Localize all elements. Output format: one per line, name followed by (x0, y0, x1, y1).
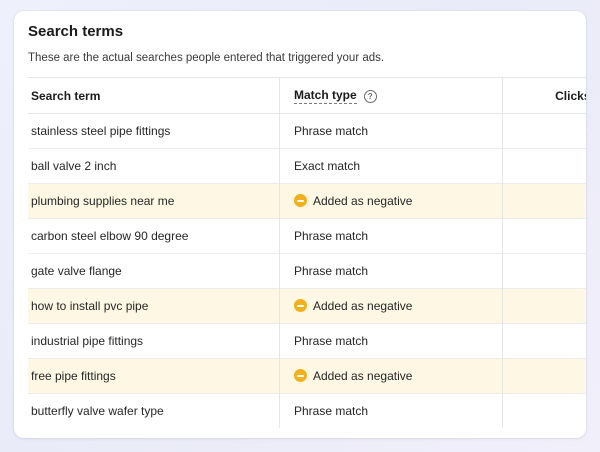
column-header-clicks[interactable]: Clicks↓ (502, 77, 586, 114)
negative-status-label: Added as negative (313, 369, 413, 383)
minus-circle-icon (294, 369, 307, 382)
table-row[interactable]: carbon steel elbow 90 degree Phrase matc… (28, 218, 586, 254)
match-type-cell: Added as negative (279, 288, 503, 324)
search-terms-card: Search terms These are the actual search… (14, 11, 586, 438)
column-header-label: Clicks (555, 89, 586, 103)
match-type-cell: Phrase match (279, 393, 503, 428)
match-type-cell: Added as negative (279, 358, 503, 394)
search-term-cell: butterfly valve wafer type (31, 404, 164, 418)
search-term-cell: plumbing supplies near me (31, 194, 175, 208)
clicks-cell: 42 (502, 253, 586, 289)
clicks-cell: 27 (502, 323, 586, 359)
clicks-cell: 19 (502, 358, 586, 394)
clicks-cell: 31 (502, 288, 586, 324)
search-term-cell: industrial pipe fittings (31, 334, 144, 348)
column-header-search-term[interactable]: Search term (28, 78, 280, 114)
search-term-cell: stainless steel pipe fittings (31, 124, 171, 138)
match-type-cell: Phrase match (279, 323, 503, 359)
negative-status-label: Added as negative (313, 194, 413, 208)
clicks-cell: 128 (502, 113, 586, 149)
table-row[interactable]: stainless steel pipe fittings Phrase mat… (28, 113, 586, 149)
help-circle-icon[interactable]: ? (363, 90, 377, 103)
table-row[interactable]: industrial pipe fittings Phrase match 27 (28, 323, 586, 359)
table-row[interactable]: ball valve 2 inch Exact match 96 (28, 148, 586, 184)
table-row[interactable]: butterfly valve wafer type Phrase match … (28, 393, 586, 428)
minus-circle-icon (294, 299, 307, 312)
table-row-negative[interactable]: plumbing supplies near me Added as negat… (28, 183, 586, 219)
search-term-cell: ball valve 2 inch (31, 159, 117, 173)
match-type-cell: Added as negative (279, 183, 503, 219)
clicks-cell: 96 (502, 148, 586, 184)
negative-status-label: Added as negative (313, 299, 413, 313)
clicks-cell: 58 (502, 218, 586, 254)
minus-circle-icon (294, 194, 307, 207)
table-row[interactable]: gate valve flange Phrase match 42 (28, 253, 586, 289)
match-type-cell: Phrase match (279, 218, 503, 254)
table-header-row: Search term Match type? Clicks↓ (28, 77, 586, 114)
search-terms-table: Search term Match type? Clicks↓ stainles… (28, 77, 586, 428)
clicks-cell: 16 (502, 393, 586, 428)
search-term-cell: carbon steel elbow 90 degree (31, 229, 189, 243)
table-row-negative[interactable]: how to install pvc pipe Added as negativ… (28, 288, 586, 324)
match-type-cell: Exact match (279, 148, 503, 184)
search-term-cell: gate valve flange (31, 264, 122, 278)
search-term-cell: free pipe fittings (31, 369, 116, 383)
column-header-match-type[interactable]: Match type? (279, 77, 503, 114)
search-term-cell: how to install pvc pipe (31, 299, 149, 313)
match-type-cell: Phrase match (279, 113, 503, 149)
column-header-label: Search term (31, 88, 101, 103)
match-type-cell: Phrase match (279, 253, 503, 289)
column-header-label[interactable]: Match type (294, 88, 357, 104)
card-title: Search terms (28, 23, 124, 40)
clicks-cell: 72 (502, 183, 586, 219)
card-subtitle: These are the actual searches people ent… (28, 52, 385, 64)
table-row-negative[interactable]: free pipe fittings Added as negative 19 (28, 358, 586, 394)
